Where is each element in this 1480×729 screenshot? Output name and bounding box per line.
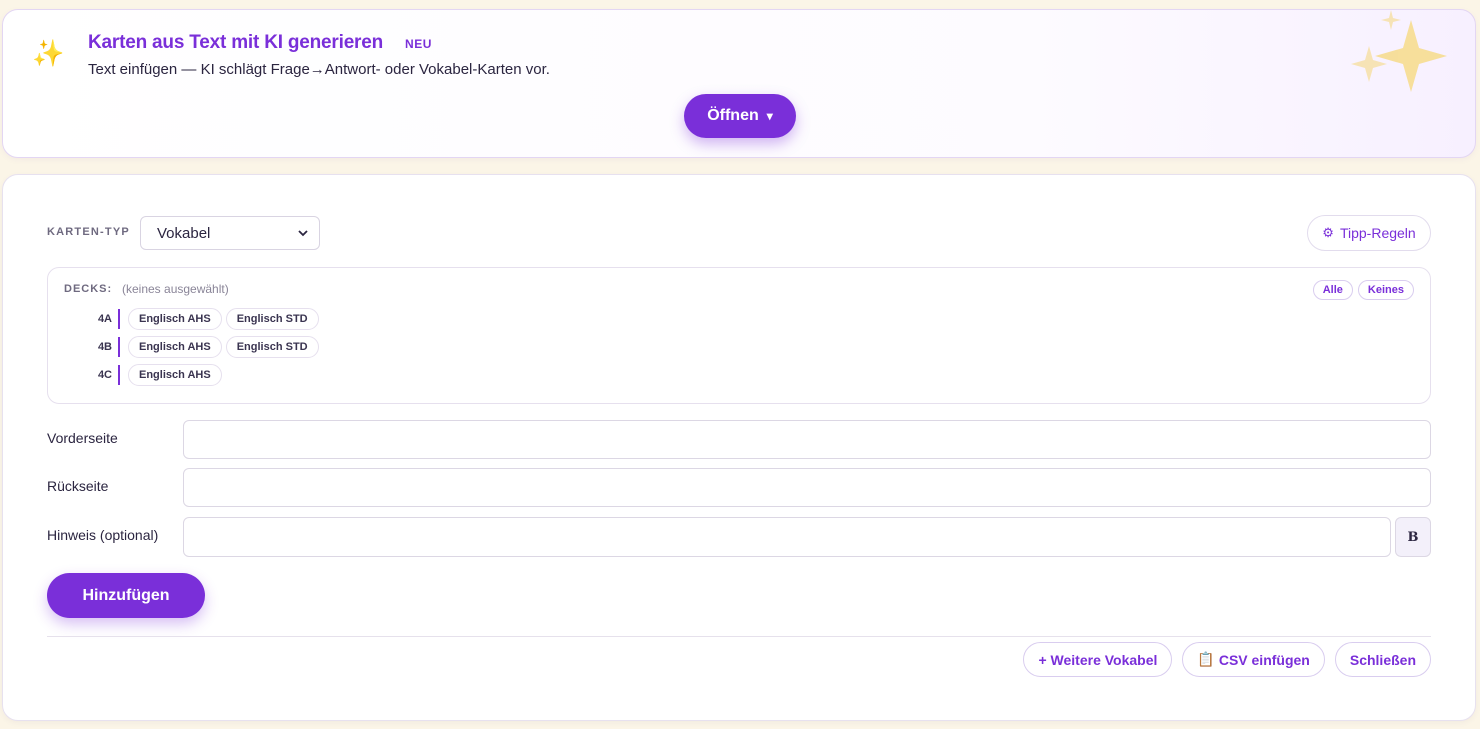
footer-divider: [47, 636, 1431, 637]
front-side-input[interactable]: [183, 420, 1431, 459]
ai-banner-description: Text einfügen — KI schlägt Frage→Antwort…: [88, 61, 550, 78]
class-label: 4C: [97, 369, 112, 381]
add-card-panel: KARTEN-TYP Vokabel ⚙ Tipp-Regeln DECKS: …: [2, 174, 1476, 721]
deck-chip[interactable]: Englisch AHS: [128, 336, 222, 358]
deck-chip[interactable]: Englisch STD: [225, 308, 319, 330]
class-divider: [118, 309, 120, 329]
class-divider: [118, 365, 120, 385]
deck-chip[interactable]: Englisch AHS: [128, 364, 222, 386]
class-label: 4B: [97, 341, 112, 353]
caret-down-icon: ▾: [766, 109, 773, 123]
ai-banner-title: Karten aus Text mit KI generieren: [88, 32, 384, 53]
deck-selector: DECKS: (keines ausgewählt) Alle Keines 4…: [47, 267, 1431, 404]
card-type-label: KARTEN-TYP: [47, 226, 130, 238]
clipboard-icon: 📋: [1197, 651, 1215, 667]
deck-row-4b: 4B Englisch AHS Englisch STD: [88, 336, 323, 358]
footer-actions: + Weitere Vokabel 📋 CSV einfügen Schließ…: [1023, 642, 1431, 677]
select-all-decks-button[interactable]: Alle: [1312, 280, 1353, 300]
paste-csv-button[interactable]: 📋 CSV einfügen: [1182, 642, 1325, 677]
chevron-down-icon: [298, 230, 308, 237]
hint-input[interactable]: [183, 517, 1391, 557]
decks-selection-status: (keines ausgewählt): [122, 282, 229, 296]
card-type-selected-value: Vokabel: [157, 224, 211, 242]
deck-select-buttons: Alle Keines: [1312, 280, 1414, 300]
deck-chip[interactable]: Englisch AHS: [128, 308, 222, 330]
tip-rules-label: Tipp-Regeln: [1339, 225, 1416, 241]
select-no-decks-button[interactable]: Keines: [1357, 280, 1414, 300]
gear-icon: ⚙: [1322, 225, 1334, 240]
back-side-input[interactable]: [183, 468, 1431, 507]
back-side-label: Rückseite: [47, 478, 109, 494]
add-more-vocab-button[interactable]: + Weitere Vokabel: [1023, 642, 1173, 677]
add-card-button[interactable]: Hinzufügen: [47, 573, 205, 618]
class-divider: [118, 337, 120, 357]
bold-format-button[interactable]: B: [1395, 517, 1431, 557]
tip-rules-button[interactable]: ⚙ Tipp-Regeln: [1307, 215, 1431, 251]
new-badge: NEU: [405, 37, 432, 51]
open-button-label: Öffnen: [707, 107, 759, 124]
ai-banner-title-row: Karten aus Text mit KI generieren NEU: [88, 32, 432, 54]
front-side-label: Vorderseite: [47, 430, 118, 446]
paste-csv-label: CSV einfügen: [1218, 651, 1310, 668]
sparkles-icon: ✨: [32, 38, 65, 68]
decks-label: DECKS:: [64, 283, 113, 295]
hint-label: Hinweis (optional): [47, 527, 159, 543]
decorative-sparkles-icon: [1351, 10, 1447, 92]
close-button[interactable]: Schließen: [1334, 642, 1431, 677]
deck-chip[interactable]: Englisch STD: [225, 336, 319, 358]
card-type-select[interactable]: Vokabel: [140, 216, 320, 250]
deck-row-4a: 4A Englisch AHS Englisch STD: [88, 308, 323, 330]
class-label: 4A: [97, 313, 112, 325]
open-ai-generator-button[interactable]: Öffnen ▾: [684, 94, 796, 138]
deck-row-4c: 4C Englisch AHS: [88, 364, 226, 386]
ai-generator-banner: ✨ Karten aus Text mit KI generieren NEU …: [2, 9, 1476, 158]
